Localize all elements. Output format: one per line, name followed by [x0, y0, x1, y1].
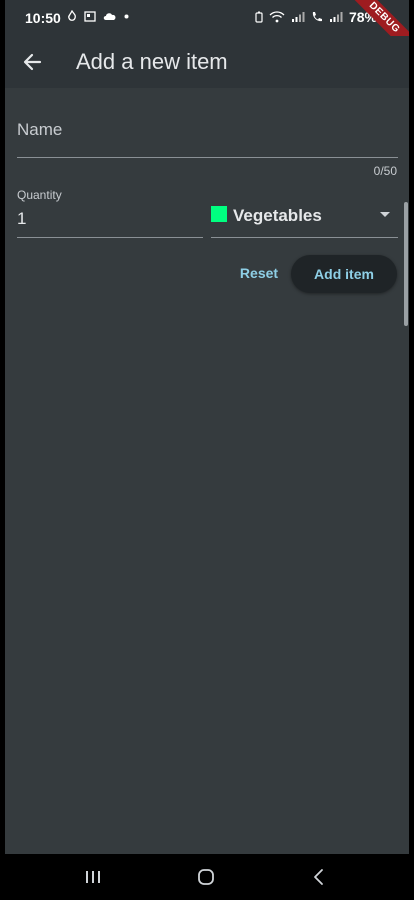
arrow-left-icon [23, 53, 42, 71]
reset-button[interactable]: Reset [233, 258, 285, 288]
wifi-icon [269, 11, 285, 23]
flame-icon [68, 10, 76, 21]
quantity-field-label: Quantity [17, 188, 62, 202]
home-icon [198, 869, 214, 885]
status-system-icons: 78% [255, 9, 377, 25]
app-screen: 10:50 78% DEBUG Add a new item Name 0/50 [5, 0, 409, 854]
dropdown-caret-icon [380, 212, 390, 217]
call-icon [312, 12, 322, 22]
quantity-field-value: 1 [17, 209, 27, 228]
nav-home-button[interactable] [186, 864, 226, 890]
add-item-button[interactable]: Add item [291, 255, 397, 293]
nav-recents-button[interactable] [73, 864, 113, 890]
chevron-left-icon [314, 869, 323, 885]
page-title: Add a new item [76, 49, 228, 74]
recents-icon [86, 871, 100, 883]
signal-icon [291, 12, 305, 22]
app-bar: Add a new item [5, 36, 409, 88]
quantity-field[interactable]: Quantity 1 [17, 183, 203, 238]
battery-saver-icon [255, 11, 263, 23]
news-icon [84, 10, 96, 22]
name-field[interactable]: Name [17, 108, 398, 158]
category-dropdown[interactable]: Vegetables [211, 196, 398, 238]
category-color-swatch [211, 206, 227, 222]
dot-icon [124, 14, 129, 18]
scrollbar-thumb[interactable] [404, 202, 408, 326]
status-time: 10:50 [25, 10, 61, 26]
name-field-label: Name [17, 120, 63, 139]
cloud-icon [103, 13, 116, 20]
category-selected-value: Vegetables [233, 206, 322, 225]
status-bar: 10:50 78% DEBUG [5, 0, 409, 56]
back-button[interactable] [19, 48, 47, 76]
status-notification-icons [67, 10, 129, 22]
signal-2-icon [329, 12, 343, 22]
name-char-counter: 0/50 [373, 164, 397, 178]
system-nav-bar [0, 854, 414, 900]
nav-back-button[interactable] [299, 864, 339, 890]
